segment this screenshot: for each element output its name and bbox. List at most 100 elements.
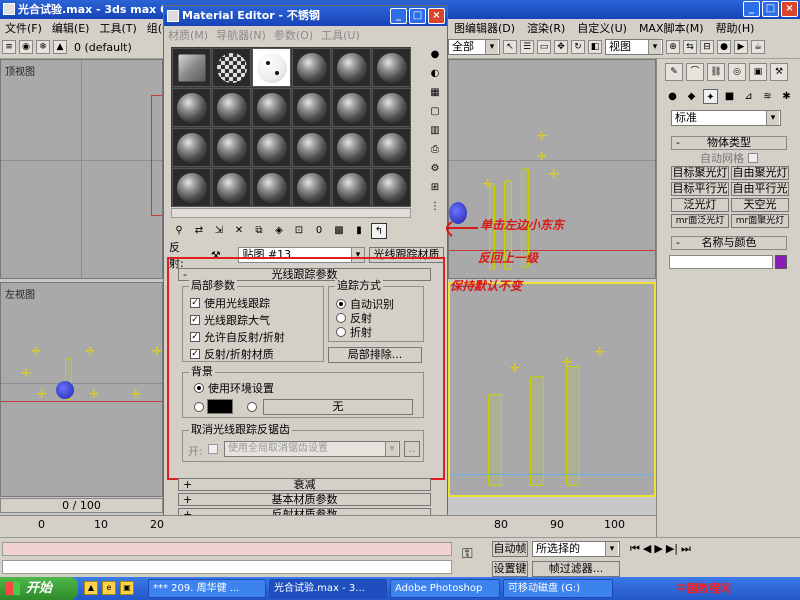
material-editor-icon[interactable]: ● [717,40,731,54]
sample-slot[interactable] [372,88,411,127]
skylight-button[interactable]: 天空光 [731,198,789,212]
select-by-name-icon[interactable]: ☰ [520,40,534,54]
sample-slot[interactable] [172,128,211,167]
selected-combo[interactable]: 所选择的 [532,541,620,557]
spacewarps-icon[interactable]: ≋ [760,89,775,104]
systems-icon[interactable]: ✱ [779,89,794,104]
reflect-refract-material-checkbox[interactable]: ✓ 反射/折射材质 [190,346,274,362]
antialias-combo[interactable]: 使用全局取消锯齿设置 [224,441,400,457]
scale-icon[interactable]: ◧ [588,40,602,54]
goto-start-icon[interactable]: ⏮ [630,542,640,556]
key-icon[interactable]: ⚿ [462,546,473,562]
antialias-on-checkbox[interactable] [208,444,218,454]
cameras-icon[interactable]: ■ [722,89,737,104]
antialias-more-button[interactable]: .. [404,441,420,457]
selection-filter-combo[interactable]: 全部 [448,39,500,55]
modify-tab-icon[interactable]: ⌒ [686,63,704,81]
task-photoshop[interactable]: Adobe Photoshop [390,579,500,598]
show-end-result-icon[interactable]: ▮ [351,223,367,239]
display-tab-icon[interactable]: ▣ [749,63,767,81]
sample-slot[interactable] [332,88,371,127]
track-bar[interactable]: 0 10 20 80 90 100 [0,515,656,537]
options-icon[interactable]: ⚙ [427,161,443,177]
slots-scrollbar[interactable] [171,208,411,218]
sample-slot[interactable] [372,168,411,207]
sample-slot[interactable] [252,128,291,167]
get-material-icon[interactable]: ⚲ [171,223,187,239]
auto-grid-checkbox[interactable] [748,153,758,163]
make-preview-icon[interactable]: ⎙ [427,142,443,158]
me-maximize-button[interactable]: □ [409,8,426,24]
target-spot-button[interactable]: 目标聚光灯 [671,166,729,180]
time-slider[interactable]: 0 / 100 [0,498,163,513]
reset-map-icon[interactable]: ✕ [231,223,247,239]
hierarchy-tab-icon[interactable]: ⛓ [707,63,725,81]
object-color-swatch[interactable] [775,255,787,269]
maximize-button[interactable]: □ [762,1,779,17]
me-menu-options[interactable]: 参数(O) [270,27,317,43]
lights-icon[interactable]: ✦ [703,89,718,104]
video-check-icon[interactable]: ▥ [427,123,443,139]
viewport-perspective[interactable]: ✛ ✛ ✛ [448,282,656,497]
use-environment-radio[interactable]: 使用环境设置 [194,380,274,396]
mirror-icon[interactable]: ⇆ [683,40,697,54]
trace-refract-radio[interactable]: 折射 [336,324,372,340]
mr-area-omni-button[interactable]: mr面泛光灯 [671,214,729,228]
copy-material-icon[interactable]: ⧉ [251,223,267,239]
next-frame-icon[interactable]: ▶| [666,542,678,556]
render-scene-icon[interactable]: ▶ [734,40,748,54]
sample-slot[interactable] [372,48,411,87]
quick-launch-icon[interactable]: ▲ [84,581,98,595]
sample-slot[interactable] [252,168,291,207]
sample-slot[interactable] [172,168,211,207]
sample-slot[interactable] [292,128,331,167]
pivot-icon[interactable]: ⊕ [666,40,680,54]
task-3dsmax[interactable]: 光合试验.max - 3... [269,579,387,598]
me-menu-material[interactable]: 材质(M) [164,27,212,43]
menu-help[interactable]: 帮助(H) [710,20,761,36]
goto-end-icon[interactable]: ⏭ [681,542,691,556]
minimize-button[interactable]: _ [743,1,760,17]
helpers-icon[interactable]: ⊿ [741,89,756,104]
geometry-icon[interactable]: ● [665,89,680,104]
layer-name[interactable]: 0 (default) [74,41,132,54]
target-direct-button[interactable]: 目标平行光 [671,182,729,196]
task-music[interactable]: *** 209. 周华健 ... [148,579,266,598]
quick-launch-icon[interactable]: ▣ [120,581,134,595]
backlight-icon[interactable]: ◐ [427,66,443,82]
mr-area-spot-button[interactable]: mr面聚光灯 [731,214,789,228]
viewport-left[interactable]: 左视图 ✛ ✛ ✛ ✛ ✛ ✛ ✛ [0,282,163,497]
sample-slot-active[interactable] [252,48,291,87]
menu-graph-editors[interactable]: 图编辑器(D) [448,20,521,36]
falloff-rollout[interactable]: + 衰减 [178,478,431,491]
object-type-rollout[interactable]: - 物体类型 [671,136,787,150]
quick-launch-icon[interactable]: e [102,581,116,595]
assign-material-icon[interactable]: ⇲ [211,223,227,239]
sample-slot[interactable] [212,88,251,127]
shapes-icon[interactable]: ◆ [684,89,699,104]
quick-render-icon[interactable]: ☕ [751,40,765,54]
eye-icon[interactable]: ◉ [19,40,33,54]
background-map-button[interactable]: 无 [263,399,413,415]
viewport-top[interactable]: 顶视图 [0,59,163,279]
sample-slot[interactable] [172,48,211,87]
local-exclude-button[interactable]: 局部排除... [328,347,422,363]
background-color-radio[interactable] [194,402,204,412]
play-icon[interactable]: ▶ [654,542,662,556]
sample-slot[interactable] [332,48,371,87]
object-category-combo[interactable]: 标准 [671,110,781,126]
background-color-swatch[interactable] [207,399,233,414]
me-menu-navigation[interactable]: 导航器(N) [212,27,270,43]
select-icon[interactable]: ↖ [503,40,517,54]
background-map-radio[interactable] [247,402,257,412]
close-button[interactable]: × [781,1,798,17]
material-navigator-icon[interactable]: ⋮ [427,199,443,215]
sample-slot[interactable] [252,88,291,127]
viewport-front[interactable]: ✛ ✛ ✛ ✛ [448,59,656,279]
freeze-icon[interactable]: ❄ [36,40,50,54]
put-to-scene-icon[interactable]: ⇄ [191,223,207,239]
sample-slot[interactable] [292,88,331,127]
uv-tiling-icon[interactable]: ▢ [427,104,443,120]
put-to-library-icon[interactable]: ⊡ [291,223,307,239]
use-raytrace-checkbox[interactable]: ✓ 使用光线跟踪 [190,295,270,311]
